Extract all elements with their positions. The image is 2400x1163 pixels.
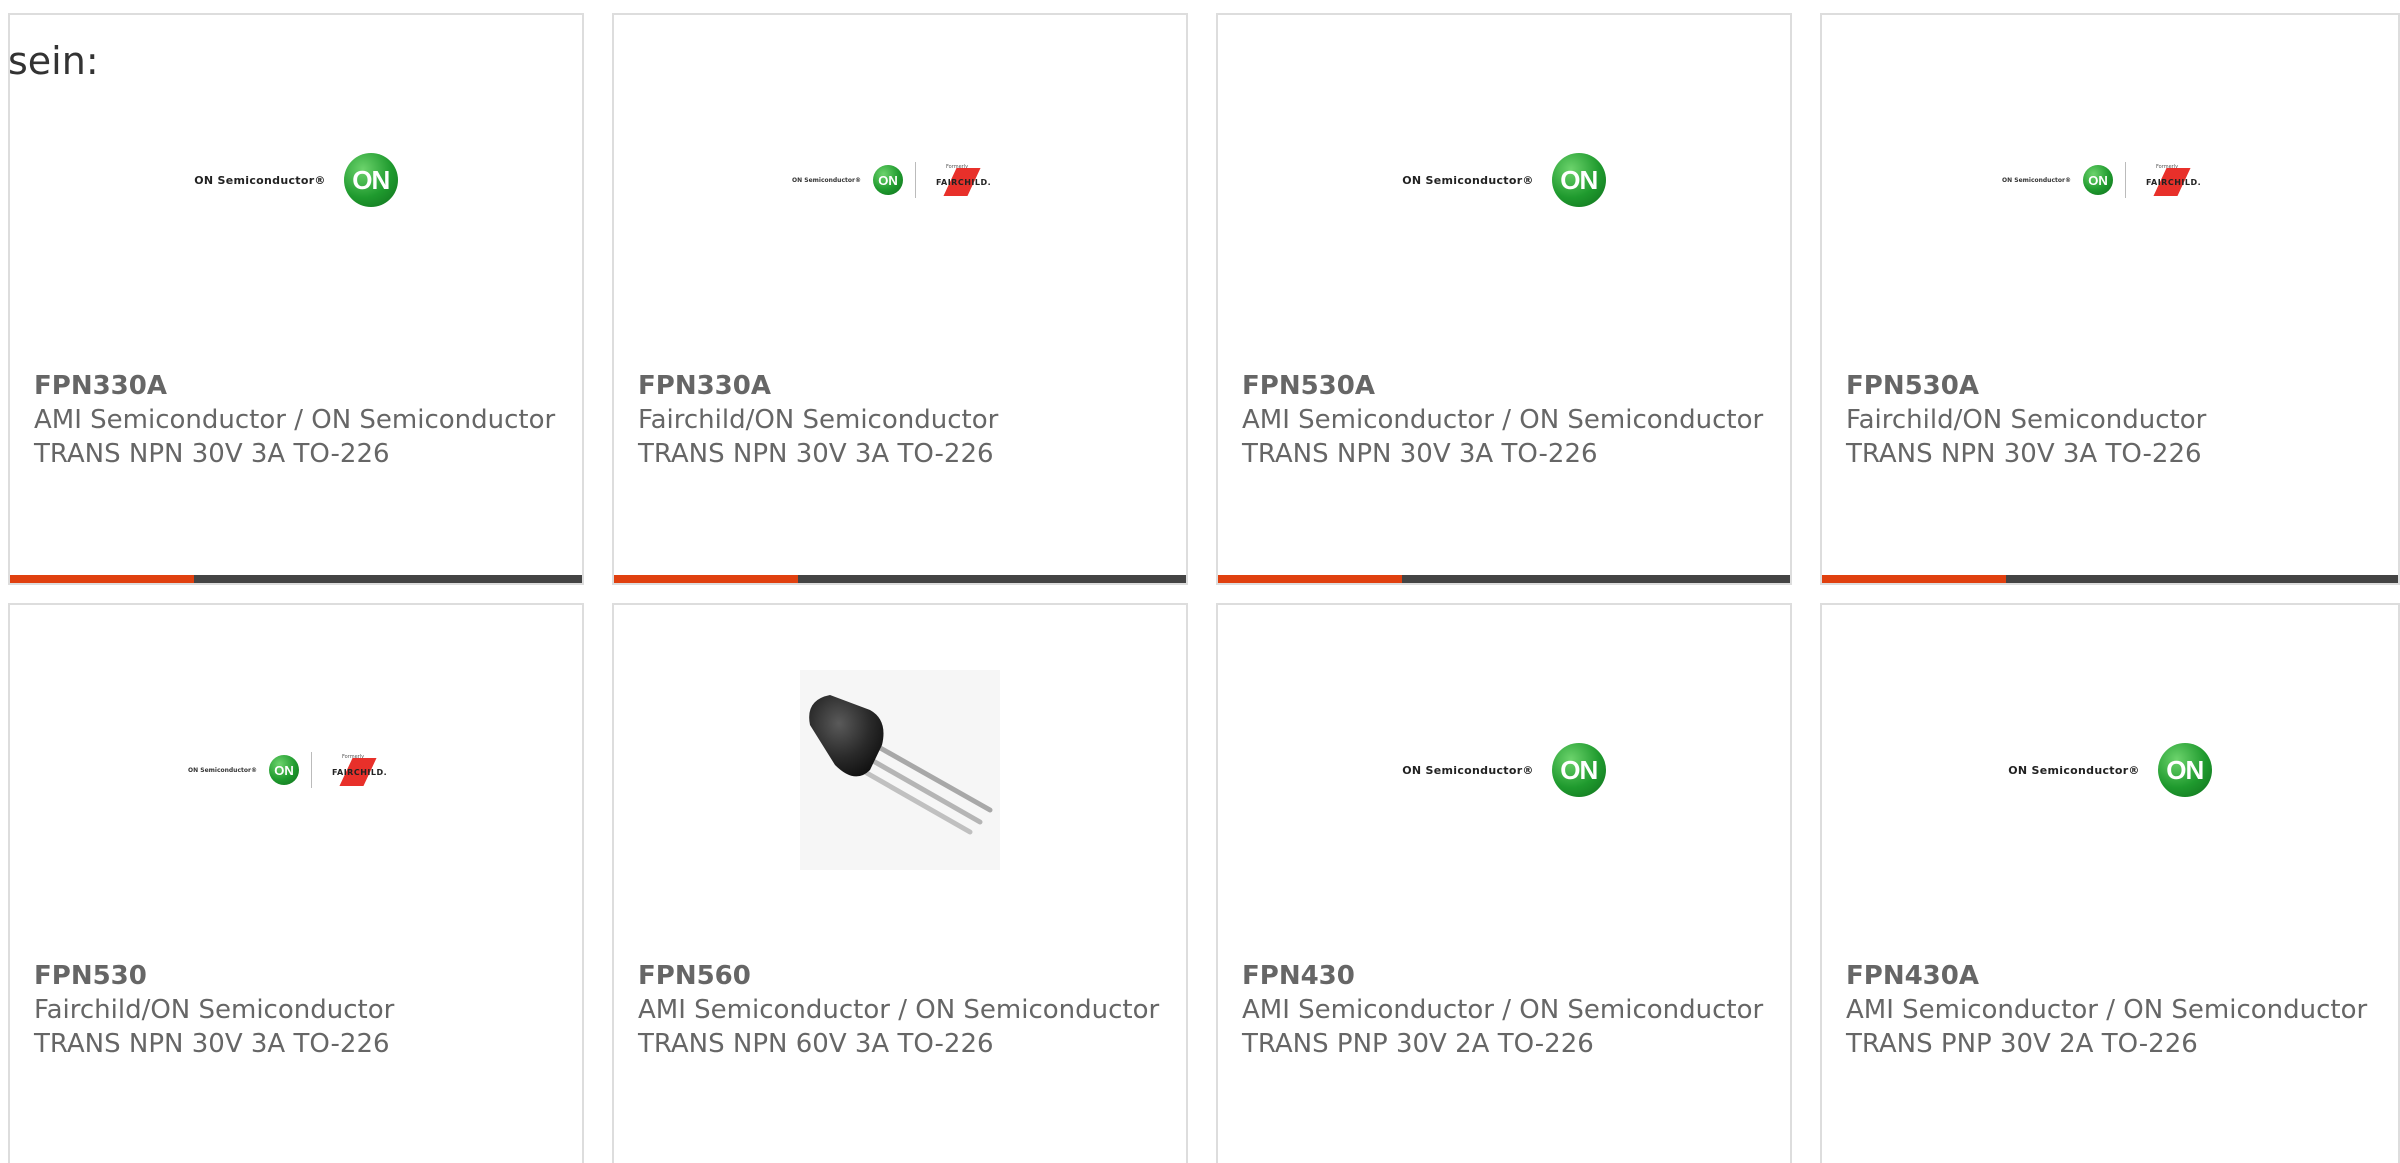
product-card[interactable]: FPN560 AMI Semiconductor / ON Semiconduc… [612,603,1188,1163]
logo-divider [310,752,312,788]
card-bottom-bar [614,575,1186,583]
product-card[interactable]: ON Semiconductor® ON FPN330A AMI Semicon… [8,13,584,585]
logo-wordmark: ON Semiconductor® [1402,173,1534,187]
manufacturer: AMI Semiconductor / ON Semiconductor [1242,405,1764,435]
description: TRANS PNP 30V 2A TO-226 [1846,1029,2198,1059]
on-fairchild-logo: ON Semiconductor® ON Formerly FAIRCHILD. [188,752,404,788]
description: TRANS NPN 30V 3A TO-226 [1846,439,2202,469]
on-fairchild-logo: ON Semiconductor® ON Formerly FAIRCHILD. [2002,162,2218,198]
card-accent-bar [1822,575,2006,583]
card-accent-bar [10,575,194,583]
on-fairchild-logo: ON Semiconductor® ON Formerly FAIRCHILD. [792,162,1008,198]
product-card[interactable]: ON Semiconductor® ON Formerly FAIRCHILD.… [8,603,584,1163]
on-badge-icon: ON [2157,743,2212,797]
manufacturer: AMI Semiconductor / ON Semiconductor [34,405,556,435]
manufacturer: Fairchild/ON Semiconductor [1846,405,2207,435]
product-info: FPN530A AMI Semiconductor / ON Semicondu… [1242,369,1770,471]
product-image[interactable]: ON Semiconductor® ON Formerly FAIRCHILD. [614,15,1186,345]
description: TRANS NPN 60V 3A TO-226 [638,1029,994,1059]
product-info: FPN430A AMI Semiconductor / ON Semicondu… [1846,959,2378,1061]
description: TRANS NPN 30V 3A TO-226 [34,439,390,469]
part-number-link[interactable]: FPN430 [1242,959,1770,993]
to-92-transistor-photo [800,670,1000,870]
logo-wordmark: ON Semiconductor® [1402,763,1534,777]
product-info: FPN430 AMI Semiconductor / ON Semiconduc… [1242,959,1770,1061]
card-bottom-bar [10,575,582,583]
on-badge-icon: ON [343,153,398,207]
fairchild-logo: Formerly FAIRCHILD. [928,162,1008,198]
fairchild-logo: Formerly FAIRCHILD. [324,752,404,788]
manufacturer: Fairchild/ON Semiconductor [34,995,395,1025]
product-card[interactable]: ON Semiconductor® ON Formerly FAIRCHILD.… [612,13,1188,585]
product-image[interactable]: ON Semiconductor® ON Formerly FAIRCHILD. [1822,15,2398,345]
on-badge-icon: ON [268,755,299,785]
logo-wordmark: ON Semiconductor® [2008,763,2140,777]
part-number-link[interactable]: FPN430A [1846,959,2378,993]
manufacturer: AMI Semiconductor / ON Semiconductor [1846,995,2368,1025]
manufacturer: AMI Semiconductor / ON Semiconductor [638,995,1160,1025]
fairchild-wordmark: FAIRCHILD. [2145,178,2202,187]
product-card[interactable]: ON Semiconductor® ON FPN430A AMI Semicon… [1820,603,2400,1163]
product-card[interactable]: ON Semiconductor® ON FPN430 AMI Semicond… [1216,603,1792,1163]
logo-wordmark: ON Semiconductor® [188,766,257,774]
product-image[interactable] [614,605,1186,935]
on-badge-icon: ON [1551,153,1606,207]
logo-wordmark: ON Semiconductor® [194,173,326,187]
description: TRANS NPN 30V 3A TO-226 [1242,439,1598,469]
description: TRANS PNP 30V 2A TO-226 [1242,1029,1594,1059]
on-semiconductor-logo: ON Semiconductor® ON [1402,743,1606,797]
product-info: FPN530A Fairchild/ON Semiconductor TRANS… [1846,369,2378,471]
product-image[interactable]: ON Semiconductor® ON [1822,605,2398,935]
part-number-link[interactable]: FPN530 [34,959,562,993]
product-image[interactable]: ON Semiconductor® ON [1218,15,1790,345]
part-number-link[interactable]: FPN330A [34,369,562,403]
description: TRANS NPN 30V 3A TO-226 [34,1029,390,1059]
card-accent-bar [614,575,798,583]
fairchild-logo: Formerly FAIRCHILD. [2138,162,2218,198]
product-grid-page: sein: ON Semiconductor® ON FPN330A AMI S… [0,0,2400,1163]
product-image[interactable]: ON Semiconductor® ON Formerly FAIRCHILD. [10,605,582,935]
card-accent-bar [1218,575,1402,583]
part-number-link[interactable]: FPN560 [638,959,1166,993]
logo-divider [914,162,916,198]
part-number-link[interactable]: FPN530A [1846,369,2378,403]
on-semiconductor-logo: ON Semiconductor® ON [194,153,398,207]
on-semiconductor-logo: ON Semiconductor® ON [2008,743,2212,797]
product-info: FPN560 AMI Semiconductor / ON Semiconduc… [638,959,1166,1061]
product-image[interactable]: ON Semiconductor® ON [1218,605,1790,935]
product-info: FPN530 Fairchild/ON Semiconductor TRANS … [34,959,562,1061]
on-badge-icon: ON [2082,165,2113,195]
logo-wordmark: ON Semiconductor® [792,176,861,184]
product-info: FPN330A AMI Semiconductor / ON Semicondu… [34,369,562,471]
product-card[interactable]: ON Semiconductor® ON FPN530A AMI Semicon… [1216,13,1792,585]
intro-text: sein: [8,39,99,83]
transistor-icon [809,695,993,835]
part-number-link[interactable]: FPN530A [1242,369,1770,403]
manufacturer: AMI Semiconductor / ON Semiconductor [1242,995,1764,1025]
product-card[interactable]: ON Semiconductor® ON Formerly FAIRCHILD.… [1820,13,2400,585]
logo-divider [2124,162,2126,198]
on-semiconductor-logo: ON Semiconductor® ON [1402,153,1606,207]
on-badge-icon: ON [1551,743,1606,797]
fairchild-wordmark: FAIRCHILD. [935,178,992,187]
card-bottom-bar [1218,575,1790,583]
card-bottom-bar [1822,575,2398,583]
manufacturer: Fairchild/ON Semiconductor [638,405,999,435]
description: TRANS NPN 30V 3A TO-226 [638,439,994,469]
product-info: FPN330A Fairchild/ON Semiconductor TRANS… [638,369,1166,471]
fairchild-wordmark: FAIRCHILD. [331,768,388,777]
on-badge-icon: ON [872,165,903,195]
part-number-link[interactable]: FPN330A [638,369,1166,403]
logo-wordmark: ON Semiconductor® [2002,176,2071,184]
